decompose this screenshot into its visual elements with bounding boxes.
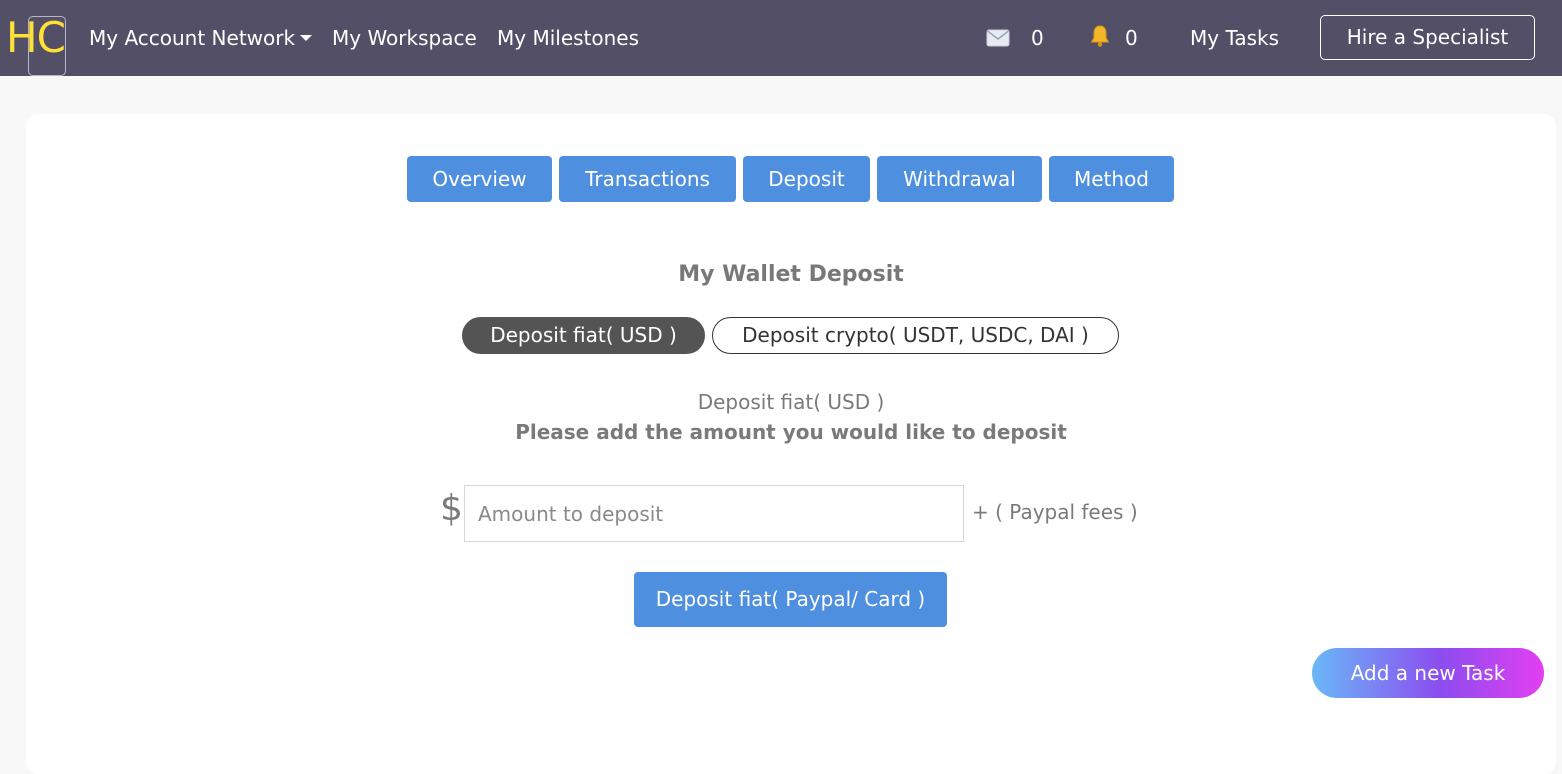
logo-text: HC <box>6 13 66 62</box>
deposit-fiat-toggle[interactable]: Deposit fiat( USD ) <box>462 317 705 354</box>
paypal-fee-note: + ( Paypal fees ) <box>972 500 1138 524</box>
nav-milestones-link[interactable]: My Milestones <box>497 24 639 52</box>
tab-deposit[interactable]: Deposit <box>743 156 870 202</box>
section-title: Deposit fiat( USD ) <box>697 390 885 414</box>
deposit-crypto-toggle[interactable]: Deposit crypto( USDT, USDC, DAI ) <box>712 317 1119 354</box>
notifications-count: 0 <box>1125 26 1138 50</box>
nav-account-network-dropdown[interactable]: My Account Network <box>89 24 313 52</box>
nav-tasks-link[interactable]: My Tasks <box>1190 24 1279 52</box>
hire-specialist-button[interactable]: Hire a Specialist <box>1320 15 1535 60</box>
page-title: My Wallet Deposit <box>678 262 904 287</box>
nav-account-network-label: My Account Network <box>89 26 296 50</box>
nav-workspace-link[interactable]: My Workspace <box>332 24 477 52</box>
messages-count: 0 <box>1031 26 1044 50</box>
deposit-instruction: Please add the amount you would like to … <box>515 420 1067 444</box>
top-navbar: HC My Account Network My Workspace My Mi… <box>0 0 1562 76</box>
tab-withdrawal[interactable]: Withdrawal <box>877 156 1042 202</box>
amount-input[interactable] <box>464 485 964 542</box>
currency-symbol: $ <box>440 488 463 529</box>
deposit-fiat-button[interactable]: Deposit fiat( Paypal/ Card ) <box>634 572 947 627</box>
tab-transactions[interactable]: Transactions <box>559 156 736 202</box>
brand-logo[interactable]: HC <box>6 8 66 76</box>
envelope-icon[interactable] <box>986 24 1010 52</box>
tab-overview[interactable]: Overview <box>407 156 552 202</box>
add-new-task-button[interactable]: Add a new Task <box>1312 648 1544 698</box>
bell-icon[interactable] <box>1088 24 1112 52</box>
caret-down-icon <box>300 35 313 41</box>
tab-method[interactable]: Method <box>1049 156 1174 202</box>
